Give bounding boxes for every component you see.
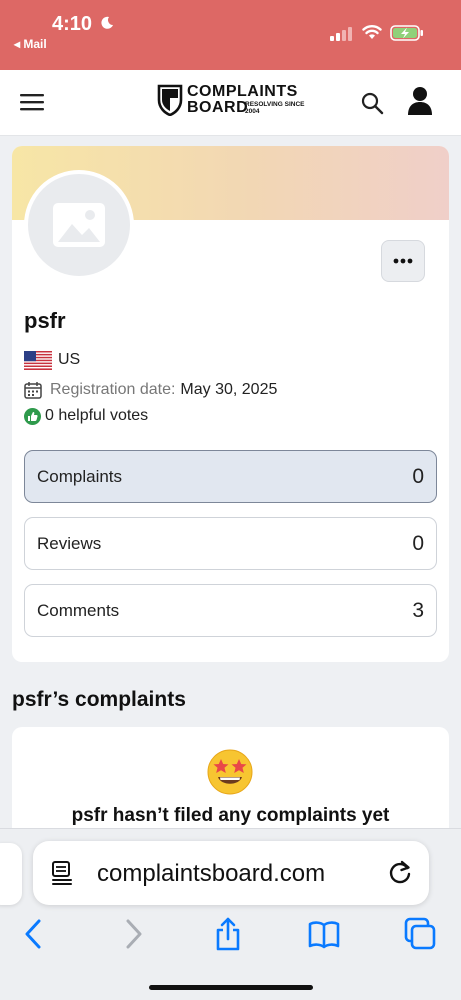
- search-icon[interactable]: [360, 91, 384, 115]
- user-account-icon[interactable]: [406, 86, 434, 116]
- logo-tagline: RESOLVING SINCE 2004: [245, 101, 305, 115]
- complaints-section-title: psfr’s complaints: [12, 688, 186, 711]
- previous-tab-preview[interactable]: [0, 843, 22, 905]
- complaintsboard-logo[interactable]: COMPLAINTS BOARD RESOLVING SINCE 2004: [157, 84, 307, 118]
- image-placeholder-icon: [53, 203, 105, 247]
- helpful-votes-row: 0 helpful votes: [24, 406, 148, 426]
- stat-label: Comments: [37, 600, 120, 620]
- share-icon[interactable]: [212, 917, 244, 951]
- logo-text-complaints: COMPLAINTS: [187, 83, 298, 100]
- wifi-icon: [362, 25, 382, 39]
- ellipsis-icon: [393, 258, 413, 264]
- stat-count: 3: [412, 598, 424, 622]
- site-header: COMPLAINTS BOARD RESOLVING SINCE 2004: [0, 70, 461, 136]
- calendar-icon: [24, 382, 42, 399]
- thumbs-up-icon: [24, 407, 41, 425]
- logo-text-board: BOARD: [187, 99, 249, 116]
- moon-icon: [101, 16, 113, 29]
- status-time: 4:10: [52, 13, 93, 35]
- stat-count: 0: [412, 464, 424, 488]
- comments-tab-button[interactable]: Comments 3: [24, 584, 437, 637]
- url-text[interactable]: complaintsboard.com: [97, 860, 325, 888]
- us-flag-icon: [24, 350, 52, 370]
- browser-toolbar: complaintsboard.com: [0, 828, 461, 1000]
- reload-icon[interactable]: [387, 859, 413, 887]
- cellular-signal-icon: [330, 27, 352, 41]
- empty-complaints-message: psfr hasn’t filed any complaints yet: [71, 805, 390, 826]
- menu-icon[interactable]: [20, 92, 44, 112]
- avatar: [24, 170, 134, 280]
- address-bar[interactable]: complaintsboard.com: [33, 841, 429, 905]
- stat-count: 0: [412, 531, 424, 555]
- forward-icon[interactable]: [117, 917, 149, 951]
- status-bar: 4:10 ◂ Mail: [0, 0, 461, 70]
- tabs-icon[interactable]: [404, 917, 436, 951]
- back-to-mail-link[interactable]: ◂ Mail: [14, 37, 47, 51]
- complaints-tab-button[interactable]: Complaints 0: [24, 450, 437, 503]
- home-indicator: [149, 985, 313, 990]
- page-menu-icon[interactable]: [51, 861, 73, 885]
- back-icon[interactable]: [18, 917, 50, 951]
- registration-label: Registration date:: [50, 381, 176, 398]
- battery-charging-icon: [390, 25, 423, 41]
- country-row: US: [24, 350, 80, 370]
- stat-label: Reviews: [37, 533, 102, 553]
- profile-card: psfr US Registration date: May 30, 2025 …: [12, 146, 449, 662]
- bookmarks-icon[interactable]: [308, 917, 340, 951]
- more-options-button[interactable]: [381, 240, 425, 282]
- registration-date: May 30, 2025: [180, 381, 278, 398]
- helpful-votes-text: 0 helpful votes: [45, 407, 149, 424]
- reviews-tab-button[interactable]: Reviews 0: [24, 517, 437, 570]
- shield-logo-icon: [157, 84, 183, 116]
- country-label: US: [58, 351, 81, 368]
- star-struck-emoji-icon: [207, 749, 253, 795]
- registration-row: Registration date: May 30, 2025: [24, 380, 277, 400]
- stat-label: Complaints: [37, 466, 123, 486]
- profile-username: psfr: [24, 308, 66, 333]
